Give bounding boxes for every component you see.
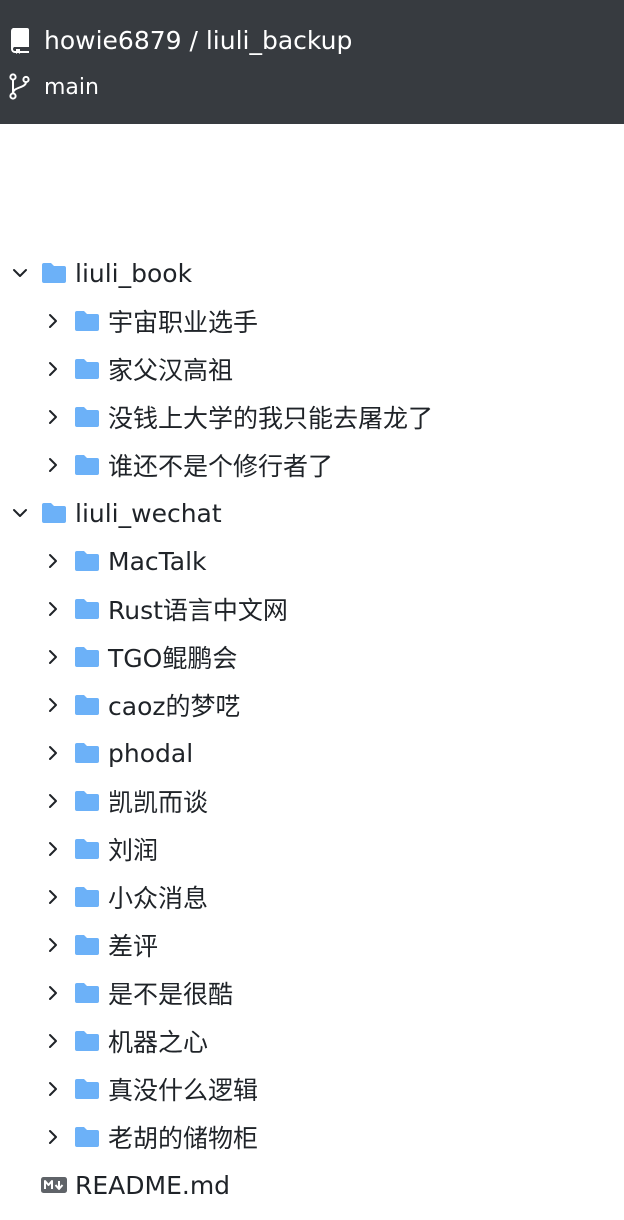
chevron-down-icon[interactable]: [10, 503, 30, 523]
subfolder-label: 没钱上大学的我只能去屠龙了: [108, 404, 434, 433]
chevron-right-icon[interactable]: [43, 647, 63, 667]
folder-row-liuli-wechat[interactable]: liuli_wechat: [0, 489, 624, 537]
branch-name[interactable]: main: [44, 75, 99, 100]
subfolder-label: 机器之心: [108, 1028, 209, 1057]
subfolder-row[interactable]: 家父汉高祖: [0, 345, 624, 393]
subfolder-label: 宇宙职业选手: [108, 308, 259, 337]
subfolder-row[interactable]: 没钱上大学的我只能去屠龙了: [0, 393, 624, 441]
subfolder-row[interactable]: 小众消息: [0, 873, 624, 921]
subfolder-row[interactable]: 谁还不是个修行者了: [0, 441, 624, 489]
chevron-right-icon[interactable]: [43, 359, 63, 379]
subfolder-label: caoz的梦呓: [108, 692, 241, 721]
subfolder-label: Rust语言中文网: [108, 596, 288, 625]
subfolder-label: phodal: [108, 738, 194, 768]
subfolder-label: 谁还不是个修行者了: [108, 452, 334, 481]
folder-icon: [72, 933, 102, 957]
chevron-right-icon[interactable]: [43, 935, 63, 955]
folder-icon: [72, 789, 102, 813]
folder-icon: [72, 981, 102, 1005]
subfolder-label: TGO鲲鹏会: [108, 644, 238, 673]
folder-row-liuli-book[interactable]: liuli_book: [0, 249, 624, 297]
chevron-right-icon[interactable]: [43, 839, 63, 859]
chevron-down-icon[interactable]: [10, 263, 30, 283]
folder-icon: [39, 261, 69, 285]
subfolder-row[interactable]: 是不是很酷: [0, 969, 624, 1017]
subfolder-row[interactable]: caoz的梦呓: [0, 681, 624, 729]
subfolder-label: MacTalk: [108, 546, 207, 576]
chevron-right-icon[interactable]: [43, 983, 63, 1003]
subfolder-label: 凯凯而谈: [108, 788, 209, 817]
subfolder-row[interactable]: TGO鲲鹏会: [0, 633, 624, 681]
chevron-right-icon[interactable]: [43, 311, 63, 331]
subfolder-label: 家父汉高祖: [108, 356, 234, 385]
repo-title[interactable]: howie6879 / liuli_backup: [44, 26, 352, 55]
subfolder-row[interactable]: phodal: [0, 729, 624, 777]
subfolder-label: 刘润: [108, 836, 159, 865]
chevron-right-icon[interactable]: [43, 1031, 63, 1051]
folder-icon: [72, 309, 102, 333]
folder-icon: [39, 501, 69, 525]
folder-icon: [72, 885, 102, 909]
repo-header: howie6879 / liuli_backup main: [0, 0, 624, 124]
chevron-right-icon[interactable]: [43, 695, 63, 715]
file-row-readme[interactable]: README.md: [0, 1161, 624, 1209]
subfolder-row[interactable]: 差评: [0, 921, 624, 969]
chevron-right-icon[interactable]: [43, 1127, 63, 1147]
chevron-right-icon[interactable]: [43, 743, 63, 763]
subfolder-row[interactable]: 宇宙职业选手: [0, 297, 624, 345]
subfolder-label: 真没什么逻辑: [108, 1076, 259, 1105]
folder-icon: [72, 1125, 102, 1149]
folder-label: liuli_book: [75, 258, 193, 288]
folder-icon: [72, 405, 102, 429]
folder-icon: [72, 1077, 102, 1101]
repo-row[interactable]: howie6879 / liuli_backup: [9, 22, 352, 58]
subfolder-label: 老胡的储物柜: [108, 1124, 259, 1153]
subfolder-row[interactable]: 凯凯而谈: [0, 777, 624, 825]
repo-icon: [9, 26, 31, 54]
chevron-right-icon[interactable]: [43, 599, 63, 619]
folder-icon: [72, 357, 102, 381]
folder-icon: [72, 693, 102, 717]
folder-icon: [72, 453, 102, 477]
chevron-right-icon[interactable]: [43, 455, 63, 475]
folder-icon: [72, 741, 102, 765]
folder-icon: [72, 645, 102, 669]
markdown-icon: [39, 1175, 69, 1195]
subfolder-row[interactable]: Rust语言中文网: [0, 585, 624, 633]
chevron-right-icon[interactable]: [43, 407, 63, 427]
subfolder-row[interactable]: 刘润: [0, 825, 624, 873]
folder-icon: [72, 837, 102, 861]
subfolder-label: 是不是很酷: [108, 980, 234, 1009]
git-branch-icon: [9, 73, 31, 101]
subfolder-label: 小众消息: [108, 884, 209, 913]
chevron-right-icon[interactable]: [43, 791, 63, 811]
subfolder-row[interactable]: 机器之心: [0, 1017, 624, 1065]
subfolder-label: 差评: [108, 932, 159, 961]
subfolder-row[interactable]: 真没什么逻辑: [0, 1065, 624, 1113]
folder-label: liuli_wechat: [75, 498, 222, 528]
subfolder-row[interactable]: MacTalk: [0, 537, 624, 585]
folder-icon: [72, 549, 102, 573]
folder-icon: [72, 597, 102, 621]
chevron-right-icon[interactable]: [43, 551, 63, 571]
branch-row[interactable]: main: [9, 70, 99, 104]
subfolder-row[interactable]: 老胡的储物柜: [0, 1113, 624, 1161]
chevron-right-icon[interactable]: [43, 887, 63, 907]
folder-icon: [72, 1029, 102, 1053]
file-row-favicon[interactable]: favicon.ico: [0, 1209, 624, 1220]
file-label: README.md: [75, 1170, 231, 1200]
chevron-right-icon[interactable]: [43, 1079, 63, 1099]
